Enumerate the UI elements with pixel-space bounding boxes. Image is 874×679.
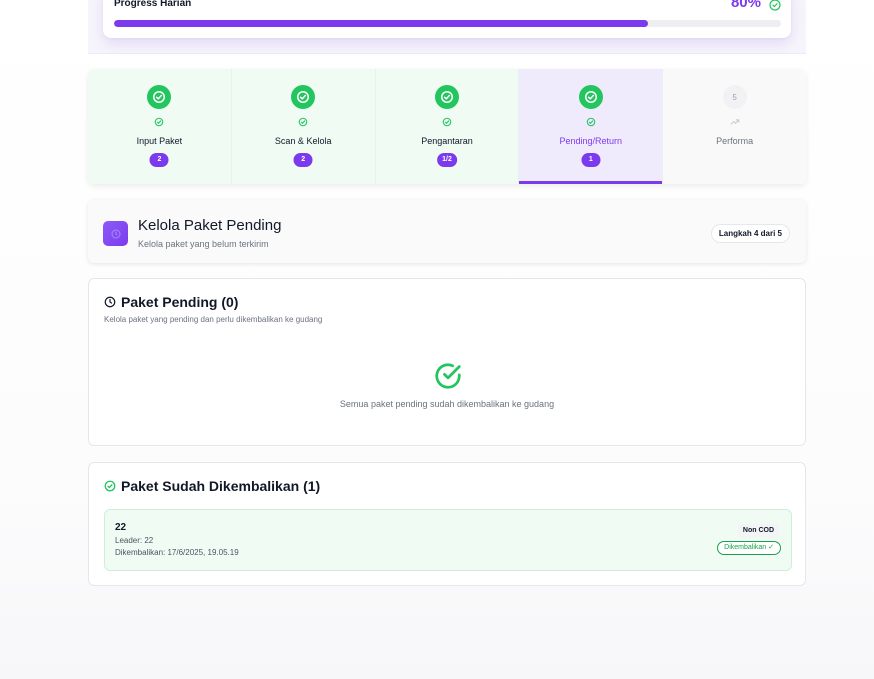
- step-number: 5: [732, 92, 737, 102]
- step-done-indicator: [434, 85, 459, 109]
- step-label: Scan & Kelola: [274, 136, 332, 146]
- progress-bar: [114, 20, 781, 27]
- daily-progress-card: Progress Harian 80%: [103, 0, 791, 38]
- workflow-steps: Input Paket 2 Scan & Kelola 2 Pengantara…: [88, 69, 806, 184]
- check-circle-icon: [153, 90, 166, 104]
- check-circle-icon: [586, 117, 596, 127]
- progress-percent: 80%: [730, 0, 761, 11]
- returned-timestamp: Dikembalikan: 17/6/2025, 19.05.19: [115, 548, 239, 557]
- step-label: Input Paket: [136, 136, 183, 146]
- step-pengantaran[interactable]: Pengantaran 1/2: [375, 69, 520, 184]
- page-title: Kelola Paket Pending: [138, 217, 282, 234]
- package-icon: [103, 221, 128, 246]
- package-id: 22: [115, 522, 127, 533]
- page-subtitle: Kelola paket yang belum terkirim: [138, 239, 269, 249]
- status-badge: Dikembalikan ✓: [717, 541, 781, 555]
- step-count-badge: 2: [293, 153, 313, 167]
- step-pending-return[interactable]: Pending/Return 1: [519, 69, 664, 184]
- pending-subtitle: Kelola paket yang pending dan perlu dike…: [104, 315, 323, 324]
- step-count-badge: 1: [581, 153, 601, 167]
- progress-bar-fill: [114, 20, 648, 27]
- returned-packages-card: Paket Sudah Dikembalikan (1) 22 Leader: …: [88, 462, 806, 586]
- step-count-badge: 2: [149, 153, 169, 167]
- pending-title-text: Paket Pending (0): [121, 294, 239, 310]
- check-circle-icon: [769, 0, 781, 11]
- pending-packages-card: Paket Pending (0) Kelola paket yang pend…: [88, 278, 806, 446]
- check-circle-icon: [435, 363, 461, 389]
- check-circle-icon: [298, 117, 308, 127]
- check-circle-icon: [440, 90, 453, 104]
- step-number-indicator: 5: [722, 85, 747, 109]
- payment-type-badge: Non COD: [737, 524, 779, 538]
- list-item[interactable]: 22 Leader: 22 Dikembalikan: 17/6/2025, 1…: [104, 509, 792, 571]
- step-label: Pengantaran: [421, 136, 473, 146]
- package-leader: Leader: 22: [115, 536, 154, 545]
- returned-title-text: Paket Sudah Dikembalikan (1): [121, 478, 321, 494]
- step-performa[interactable]: 5 Performa: [663, 69, 806, 184]
- section-header: Kelola Paket Pending Kelola paket yang b…: [88, 200, 806, 263]
- step-label: Pending/Return: [559, 136, 623, 146]
- check-circle-icon: [155, 117, 164, 127]
- trending-up-icon: [730, 119, 739, 125]
- pending-title: Paket Pending (0): [104, 294, 238, 310]
- step-input-paket[interactable]: Input Paket 2: [88, 69, 232, 184]
- check-circle-icon: [297, 90, 310, 104]
- check-circle-icon: [584, 90, 597, 104]
- clock-icon: [104, 296, 116, 308]
- check-circle-icon: [442, 117, 452, 127]
- step-count-badge: 1/2: [437, 153, 457, 167]
- step-label: Performa: [716, 136, 754, 146]
- check-circle-icon: [104, 480, 116, 492]
- step-scan-kelola[interactable]: Scan & Kelola 2: [231, 69, 376, 184]
- step-done-indicator: [578, 85, 603, 109]
- returned-title: Paket Sudah Dikembalikan (1): [104, 478, 320, 494]
- step-indicator-badge: Langkah 4 dari 5: [710, 224, 790, 243]
- step-done-indicator: [291, 85, 316, 109]
- step-done-indicator: [147, 85, 172, 109]
- empty-state-message: Semua paket pending sudah dikembalikan k…: [339, 399, 555, 409]
- progress-title: Progress Harian: [114, 0, 192, 9]
